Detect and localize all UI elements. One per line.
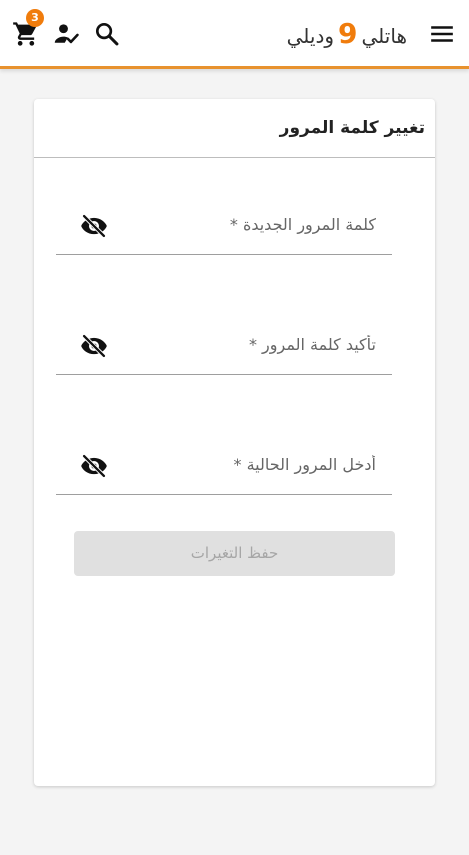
- menu-icon[interactable]: [428, 21, 456, 47]
- save-changes-button[interactable]: حفظ التغيرات: [74, 531, 395, 576]
- brand-word-right: هاتلي: [361, 24, 408, 48]
- brand-number: 9: [338, 17, 358, 50]
- eye-off-icon[interactable]: [80, 212, 108, 240]
- card-header: تغيير كلمة المرور: [34, 99, 435, 158]
- search-icon[interactable]: [93, 20, 121, 48]
- user-check-icon[interactable]: [53, 20, 81, 48]
- confirm-password-field[interactable]: [56, 315, 392, 375]
- brand-word-left: ودیلي: [286, 24, 335, 48]
- eye-off-icon[interactable]: [80, 452, 108, 480]
- change-password-card: تغيير كلمة المرور حفظ التغيرات: [34, 99, 435, 786]
- top-app-bar: 3 هاتلي9ودیلي: [0, 0, 469, 69]
- cart-count-badge: 3: [26, 9, 44, 27]
- new-password-field[interactable]: [56, 195, 392, 255]
- brand-logo[interactable]: هاتلي9ودیلي: [287, 18, 407, 50]
- page-title: تغيير كلمة المرور: [279, 118, 425, 138]
- eye-off-icon[interactable]: [80, 332, 108, 360]
- current-password-field[interactable]: [56, 435, 392, 495]
